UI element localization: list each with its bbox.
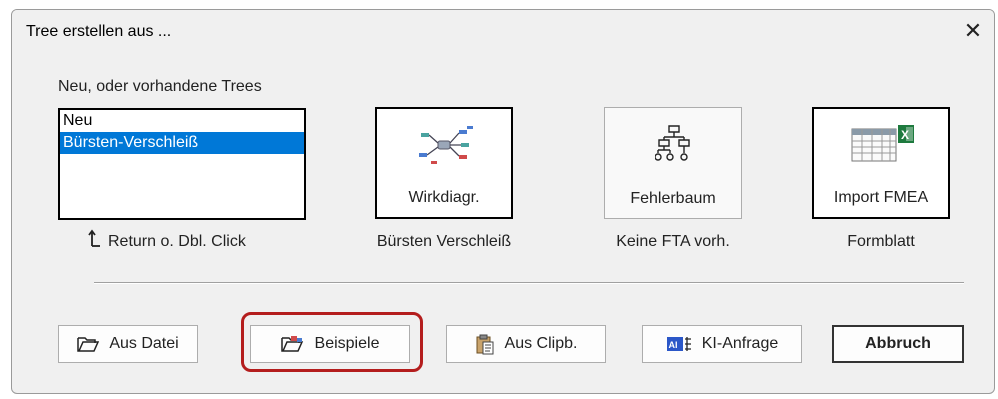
beispiele-highlight (241, 312, 423, 372)
fehlerbaum-tile[interactable]: Fehlerbaum (604, 107, 742, 219)
excel-table-icon: X (851, 125, 914, 162)
caption-wirkdiagr: Bürsten Verschleiß (376, 233, 512, 250)
ai-icon: AI (666, 337, 691, 351)
tile-label-wirkdiagr: Wirkdiagr. (408, 189, 480, 206)
mindmap-icon (419, 126, 473, 164)
close-button[interactable]: ✕ (956, 16, 990, 46)
folder-open-icon (77, 337, 100, 352)
return-arrow-icon (88, 228, 102, 253)
title-bar: Tree erstellen aus ... ✕ (12, 10, 994, 54)
aus-clipb-button[interactable]: Aus Clipb. (446, 325, 606, 363)
abbruch-button[interactable]: Abbruch (832, 325, 964, 363)
abbruch-label: Abbruch (865, 335, 931, 352)
clipboard-icon (476, 334, 494, 355)
fault-tree-icon (655, 125, 690, 161)
wirkdiagramm-tile[interactable]: Wirkdiagr. (375, 107, 513, 219)
aus-datei-button[interactable]: Aus Datei (58, 325, 198, 363)
list-item-neu[interactable]: Neu (60, 110, 304, 132)
import-fmea-tile[interactable]: X Import FMEA (812, 107, 950, 219)
return-hint: Return o. Dbl. Click (108, 233, 246, 250)
caption-formblatt: Formblatt (847, 233, 915, 250)
ki-anfrage-label: KI-Anfrage (701, 335, 779, 352)
ki-anfrage-button[interactable]: AI KI-Anfrage (642, 325, 802, 363)
tile-label-import-fmea: Import FMEA (833, 189, 929, 206)
trees-heading: Neu, oder vorhandene Trees (58, 78, 262, 95)
separator-line (94, 282, 964, 284)
svg-text:AI: AI (668, 340, 677, 350)
caption-fehlerbaum: Keine FTA vorh. (616, 233, 730, 250)
dialog-window: Tree erstellen aus ... ✕ Neu, oder vorha… (11, 9, 995, 394)
aus-datei-label: Aus Datei (109, 335, 179, 352)
dialog-title: Tree erstellen aus ... (26, 23, 172, 40)
trees-listbox[interactable]: Neu Bürsten-Verschleiß (58, 108, 306, 220)
tile-label-fehlerbaum: Fehlerbaum (630, 190, 716, 207)
aus-clipb-label: Aus Clipb. (504, 335, 578, 352)
list-item-buersten-verschleiss[interactable]: Bürsten-Verschleiß (60, 132, 304, 154)
